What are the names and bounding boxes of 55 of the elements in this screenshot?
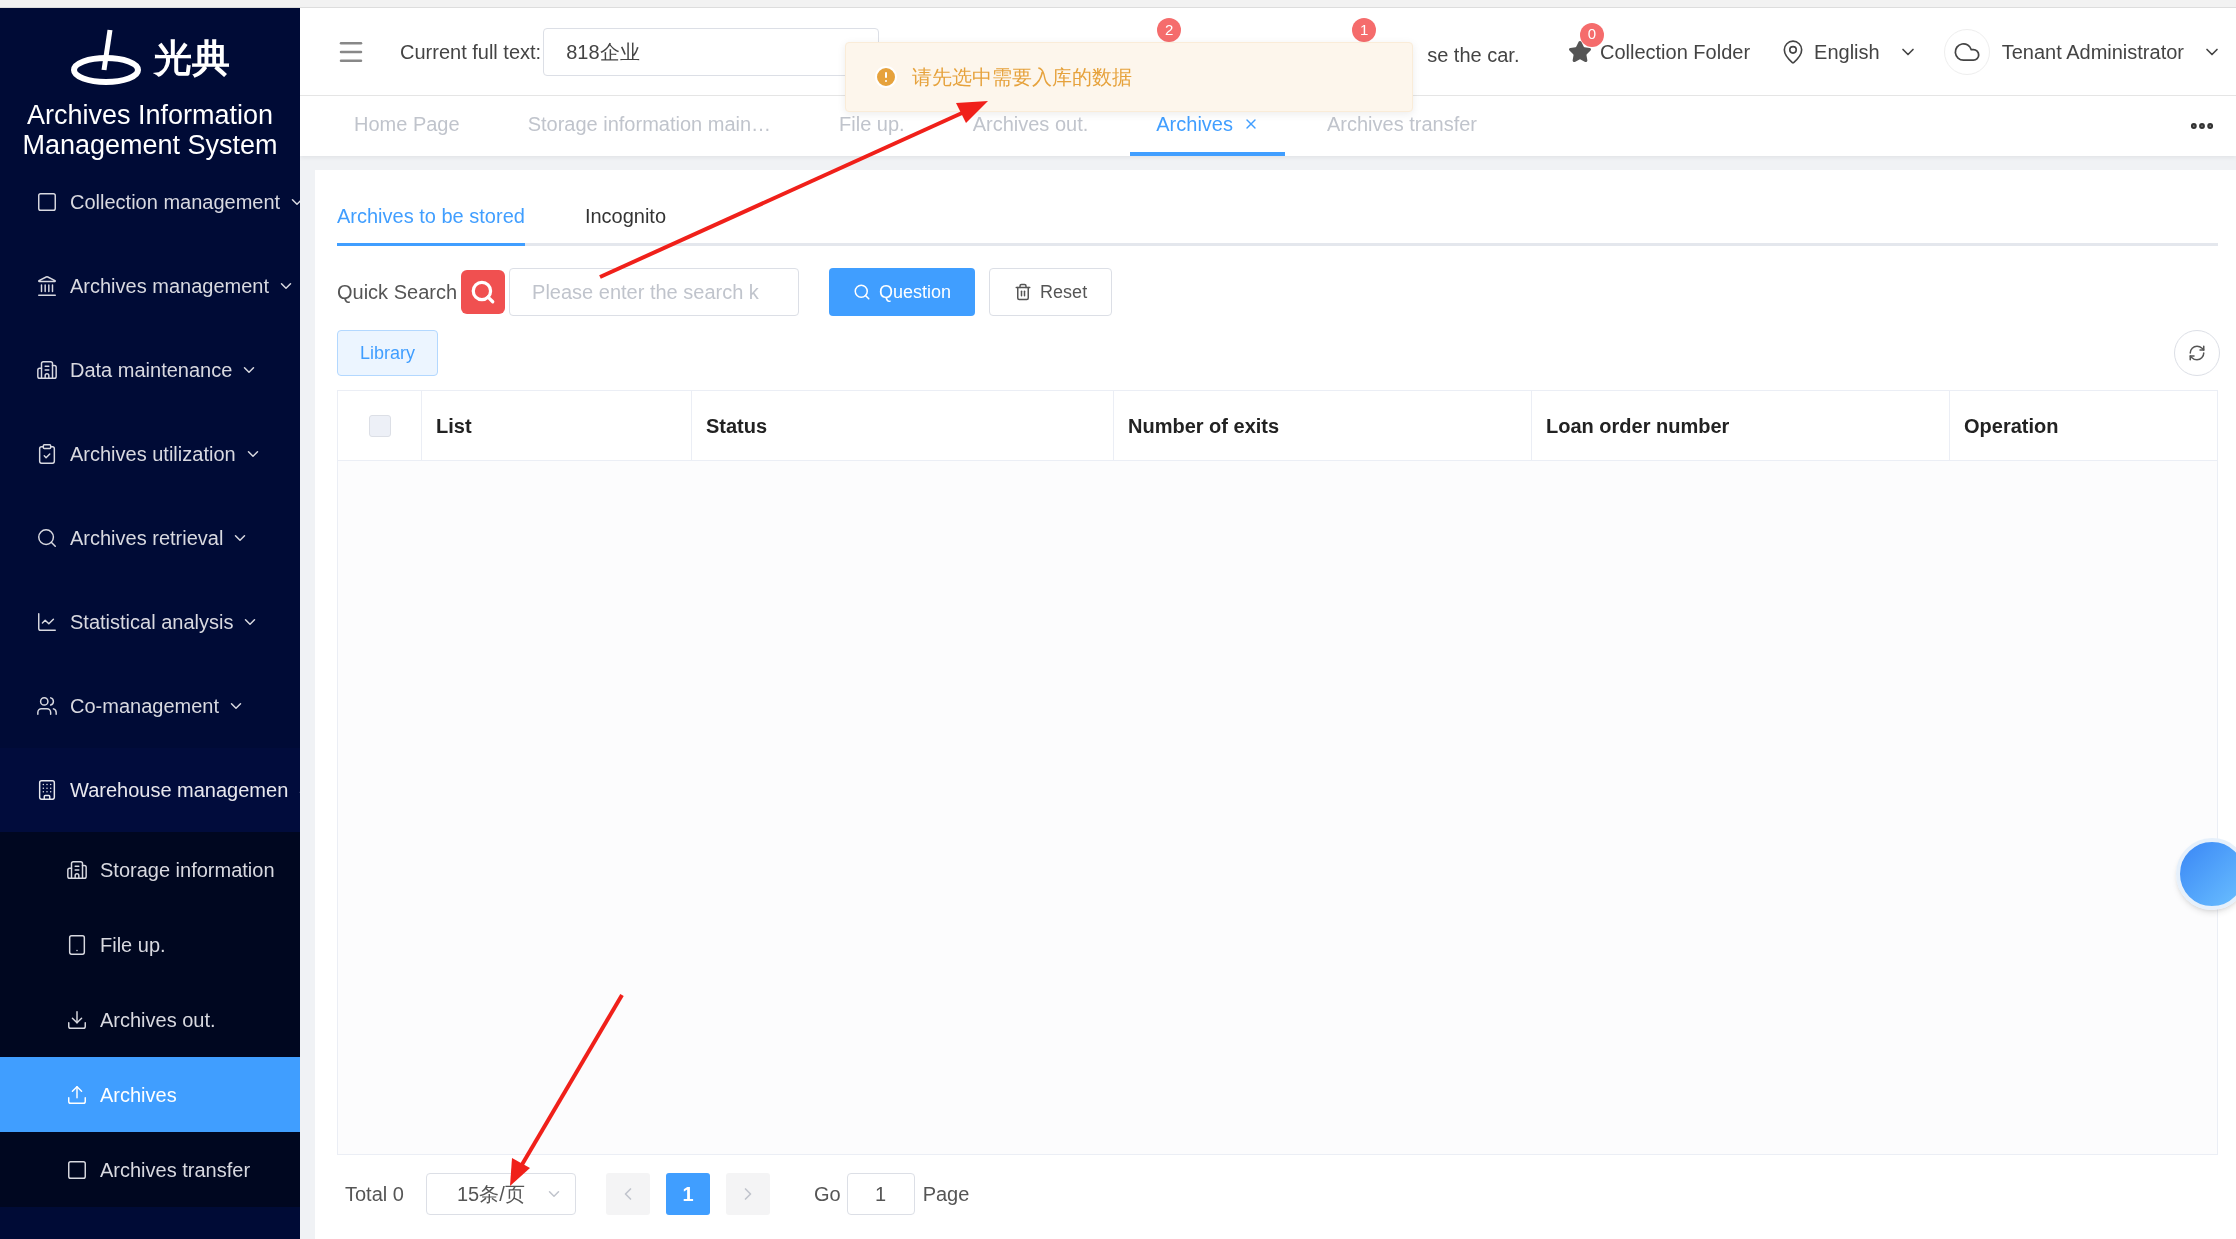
sidebar-subitem[interactable]: Storage information: [0, 832, 300, 907]
count-badge: 0: [1580, 22, 1604, 47]
warning-toast: 请先选中需要入库的数据: [845, 42, 1413, 112]
refresh-icon: [2188, 344, 2206, 362]
chart-icon: [36, 611, 58, 633]
building-icon: [36, 779, 58, 801]
count-badge: 2: [1157, 18, 1182, 42]
go-label: Go: [813, 1182, 841, 1207]
sidebar-item[interactable]: Warehouse managemen: [0, 748, 300, 832]
building-icon: [36, 359, 58, 381]
building-icon: [66, 858, 88, 881]
device-icon: [66, 933, 88, 956]
page-label: Page: [922, 1182, 970, 1207]
column-header: Operation: [1964, 413, 2059, 439]
column-header: Number of exits: [1128, 413, 1280, 439]
toolbar-label[interactable]: se the car.: [1427, 40, 1520, 70]
count-badge: 1: [1352, 18, 1377, 42]
warning-icon: [874, 65, 898, 89]
search-icon: [36, 527, 58, 549]
column-header: Status: [706, 413, 768, 439]
trash-icon: [1014, 283, 1033, 301]
search-icon: [853, 283, 872, 301]
square-icon: [36, 191, 58, 213]
download-icon: [66, 1008, 88, 1031]
reset-button[interactable]: Reset: [989, 268, 1113, 316]
content-tab[interactable]: Incognito: [584, 201, 667, 246]
upload-icon: [66, 1083, 88, 1106]
total-count: Total 0: [345, 1182, 404, 1207]
column-header: List: [436, 413, 472, 439]
language-select[interactable]: English: [1780, 36, 1918, 67]
users-icon: [36, 695, 58, 717]
sidebar-subitem[interactable]: File up.: [0, 907, 300, 982]
sidebar-subitem[interactable]: Archives out.: [0, 982, 300, 1057]
user-menu[interactable]: Tenant Administrator: [2001, 36, 2184, 67]
sidebar-item[interactable]: Archives utilization: [0, 412, 300, 496]
sidebar-item[interactable]: Co-management: [0, 664, 300, 748]
sidebar-item[interactable]: Archives management: [0, 244, 300, 328]
page-number-field[interactable]: 1: [846, 1173, 915, 1215]
sidebar-item[interactable]: Data maintenance: [0, 328, 300, 412]
search-field[interactable]: Please enter the search k: [509, 268, 800, 316]
frame-icon: [66, 1158, 88, 1181]
search-label: Current full text:: [400, 39, 542, 65]
clipboard-check-icon: [36, 443, 58, 465]
sidebar-subitem[interactable]: Archives transfer: [0, 1132, 300, 1207]
select-all-checkbox[interactable]: [368, 414, 391, 437]
search-icon: [461, 270, 506, 314]
column-header: Loan order number: [1546, 413, 1730, 439]
sidebar-item[interactable]: Archives retrieval: [0, 496, 300, 580]
search-label: Quick Search: [337, 280, 458, 305]
app-title: Archives Information Management System: [21, 100, 279, 160]
star-icon[interactable]: [1568, 39, 1592, 64]
sidebar-item[interactable]: Collection management: [0, 160, 300, 244]
bank-icon: [36, 275, 58, 297]
logo-text: 光典: [154, 35, 230, 81]
sidebar-item[interactable]: Statistical analysis: [0, 580, 300, 664]
